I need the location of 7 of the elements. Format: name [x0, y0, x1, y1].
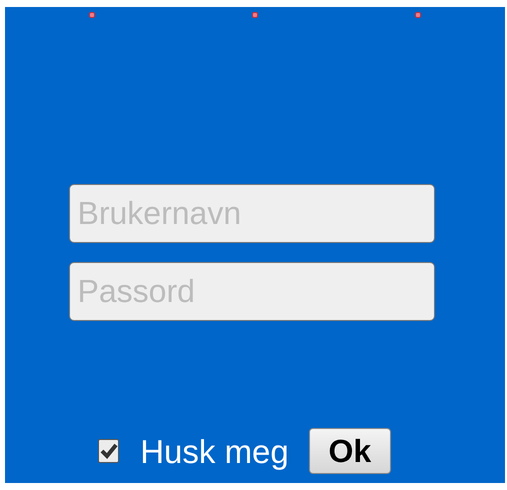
checkbox[interactable] [98, 439, 120, 463]
ok-button[interactable]: Ok [308, 428, 391, 474]
checkbox-label: Husk meg [140, 434, 289, 468]
marker-icon [252, 12, 258, 18]
marker-icon [89, 12, 95, 18]
checkmark-icon [100, 443, 118, 459]
marker-icon [415, 12, 421, 18]
